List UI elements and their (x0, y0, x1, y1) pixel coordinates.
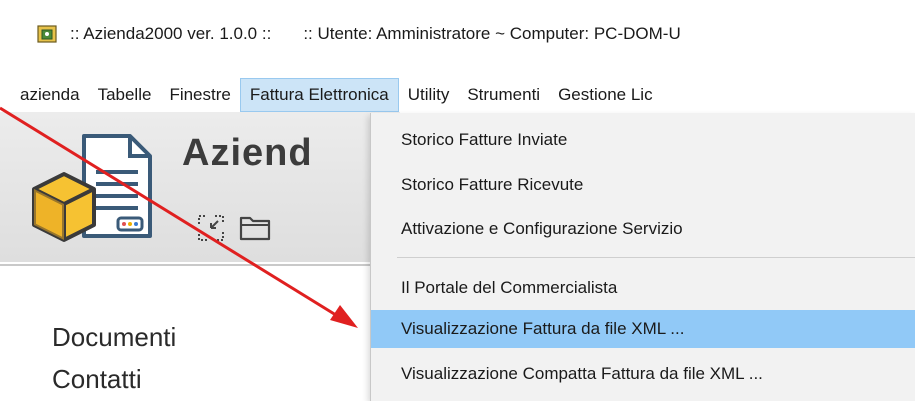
menu-utility[interactable]: Utility (399, 78, 459, 112)
menu-item-visualizzazione-compatta-xml[interactable]: Visualizzazione Compatta Fattura da file… (371, 355, 915, 393)
menu-bar: azienda Tabelle Finestre Fattura Elettro… (0, 78, 915, 112)
menu-item-storico-fatture-ricevute[interactable]: Storico Fatture Ricevute (371, 166, 915, 204)
menu-fattura-elettronica[interactable]: Fattura Elettronica (239, 78, 399, 112)
menu-strumenti[interactable]: Strumenti (458, 78, 549, 112)
app-name: Aziend (182, 132, 313, 174)
title-bar: :: Azienda2000 ver. 1.0.0 :: :: Utente: … (0, 0, 915, 68)
menu-item-portale-commercialista[interactable]: Il Portale del Commercialista (371, 269, 915, 307)
menu-tabelle[interactable]: Tabelle (89, 78, 161, 112)
folder-icon[interactable] (238, 212, 272, 242)
collapse-icon[interactable] (196, 213, 226, 243)
app-icon (37, 25, 57, 43)
header-divider (0, 264, 400, 266)
nav-contatti[interactable]: Contatti (52, 364, 142, 395)
nav-documenti[interactable]: Documenti (52, 322, 176, 353)
menu-item-storico-fatture-inviate[interactable]: Storico Fatture Inviate (371, 121, 915, 159)
menu-item-attivazione-configurazione[interactable]: Attivazione e Configurazione Servizio (371, 210, 915, 248)
fattura-elettronica-dropdown: Storico Fatture Inviate Storico Fatture … (370, 113, 915, 401)
box-icon (32, 172, 96, 242)
menu-separator (397, 257, 915, 258)
app-header: Aziend (0, 112, 400, 262)
menu-azienda[interactable]: azienda (0, 78, 89, 112)
user-info: :: Utente: Amministratore ~ Computer: PC… (303, 24, 681, 43)
menu-gestione-licenze[interactable]: Gestione Lic (549, 78, 662, 112)
menu-item-visualizzazione-fattura-xml[interactable]: Visualizzazione Fattura da file XML ... (371, 310, 915, 348)
menu-finestre[interactable]: Finestre (160, 78, 239, 112)
app-title: :: Azienda2000 ver. 1.0.0 :: (70, 24, 272, 43)
